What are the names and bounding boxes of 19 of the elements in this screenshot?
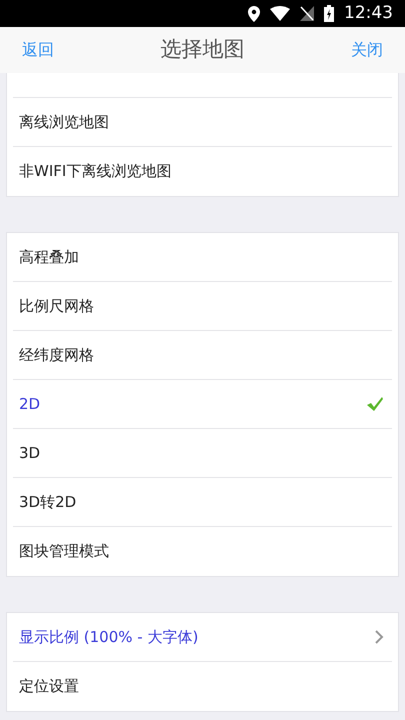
clock-time: 12:43 (344, 2, 393, 25)
list-item[interactable]: 比例尺网格 (13, 282, 392, 331)
list-item[interactable]: 显示比例 (100% - 大字体) (13, 613, 392, 662)
list-item[interactable]: 2D (13, 380, 392, 429)
wifi-icon (270, 6, 290, 21)
list-item[interactable]: 经纬度网格 (13, 331, 392, 380)
list-item[interactable]: 高程叠加 (13, 233, 392, 282)
list-item[interactable]: 图块管理模式 (13, 527, 392, 576)
list-item[interactable]: 非WIFI下离线浏览地图 (13, 147, 392, 196)
list-item[interactable]: 离线浏览地图 (13, 98, 392, 147)
list-item[interactable]: 3D转2D (13, 478, 392, 527)
battery-charging-icon (324, 5, 334, 22)
location-icon (248, 6, 260, 22)
page-title: 选择地图 (160, 36, 244, 64)
list-item[interactable]: 3D (13, 429, 392, 478)
chevron-right-icon (374, 629, 384, 645)
list-item[interactable]: 定位设置 (13, 662, 392, 711)
check-icon (366, 396, 384, 412)
no-signal-icon (300, 6, 314, 21)
